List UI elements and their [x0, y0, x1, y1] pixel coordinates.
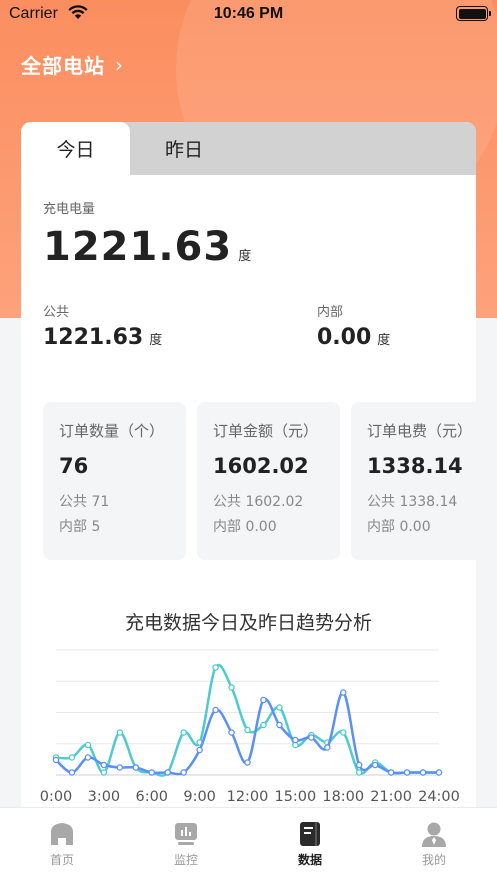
- clock: 10:46 PM: [213, 5, 284, 22]
- data-point: [228, 684, 235, 691]
- x-tick-label: 21:00: [370, 789, 412, 805]
- tab-home[interactable]: 首页: [0, 820, 124, 868]
- bottom-tab-bar: 首页 监控 数据 我的: [0, 807, 497, 883]
- data-point: [212, 664, 219, 671]
- data-point: [164, 769, 171, 776]
- data-point: [419, 769, 427, 776]
- data-point: [387, 769, 395, 776]
- data-point: [84, 754, 92, 761]
- tab-profile[interactable]: 我的: [372, 820, 496, 868]
- x-tick-label: 24:00: [418, 789, 460, 805]
- data-point: [244, 759, 251, 766]
- data-point: [260, 696, 267, 704]
- data-point: [355, 769, 363, 776]
- data-point: [180, 729, 187, 736]
- home-icon: [51, 823, 73, 845]
- data-point: [132, 764, 140, 771]
- tab-monitor[interactable]: 监控: [124, 820, 248, 868]
- x-tick-label: 18:00: [322, 789, 364, 805]
- data-point: [100, 761, 108, 769]
- x-tick-label: 12:00: [227, 789, 269, 805]
- data-point: [292, 736, 299, 744]
- data-point: [324, 744, 331, 751]
- monitor-icon: [175, 823, 197, 845]
- data-point: [68, 754, 76, 761]
- data-point: [355, 761, 363, 769]
- data-point: [228, 729, 235, 736]
- data-point: [308, 734, 315, 741]
- chevron-right-icon: ›: [115, 52, 124, 77]
- data-point: [68, 769, 76, 776]
- data-point: [260, 721, 267, 729]
- data-point: [100, 769, 108, 776]
- data-point: [403, 769, 411, 776]
- data-point: [116, 764, 124, 771]
- x-tick-label: 0:00: [40, 789, 73, 805]
- data-point: [180, 769, 187, 776]
- data-point: [148, 769, 155, 776]
- data-point: [276, 721, 283, 729]
- data-point: [339, 689, 347, 696]
- user-icon: [422, 822, 446, 847]
- tab-home-label: 首页: [49, 853, 74, 867]
- data-point: [212, 706, 219, 714]
- x-tick-label: 9:00: [183, 789, 216, 805]
- data-point: [52, 756, 60, 764]
- tab-data[interactable]: 数据: [248, 820, 372, 868]
- data-point: [244, 726, 251, 734]
- station-selector[interactable]: 全部电站 ›: [21, 50, 124, 79]
- x-tick-label: 6:00: [135, 789, 168, 805]
- tab-profile-label: 我的: [421, 853, 446, 867]
- trend-chart: 0:00 3:00 6:00 9:00 12:00 15:00 18:00 21:00 24:0…: [40, 649, 460, 805]
- data-point: [276, 704, 283, 711]
- data-point: [339, 729, 347, 736]
- data-point: [371, 761, 379, 769]
- x-tick-label: 15:00: [274, 789, 316, 805]
- status-bar: Carrier 10:46 PM: [0, 0, 497, 28]
- data-point: [196, 746, 203, 754]
- station-label: 全部电站: [21, 54, 105, 78]
- battery-icon: [456, 6, 491, 21]
- data-book-icon: [300, 822, 320, 846]
- data-point: [116, 729, 124, 736]
- data-card: 今日 昨日 充电电量 1221.63 度 公共 1221.63 度 内部 0.00 度…: [21, 122, 476, 822]
- x-tick-label: 3:00: [88, 789, 121, 805]
- tab-monitor-label: 监控: [173, 853, 198, 867]
- tab-data-label: 数据: [297, 853, 322, 867]
- data-point: [435, 769, 443, 776]
- data-point: [84, 741, 92, 749]
